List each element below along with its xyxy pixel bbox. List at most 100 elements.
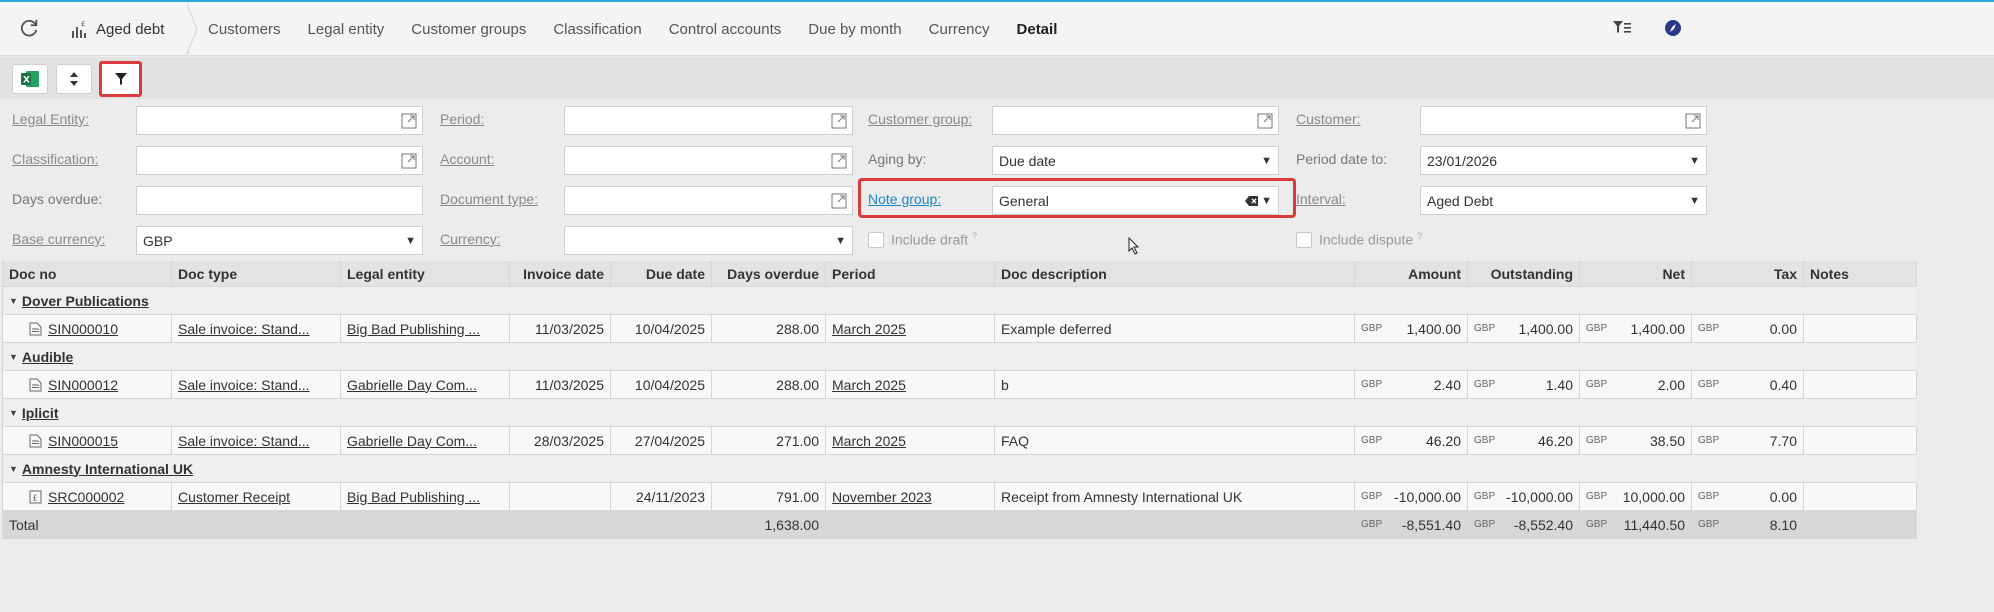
currency-label[interactable]: Currency: xyxy=(440,231,501,247)
account-input[interactable] xyxy=(564,146,853,175)
group-row[interactable]: ▼ Dover Publications xyxy=(3,287,1916,315)
column-header-invoice-date[interactable]: Invoice date xyxy=(510,261,611,286)
customer-label[interactable]: Customer: xyxy=(1296,111,1361,127)
doc-type-cell[interactable]: Sale invoice: Stand... xyxy=(172,315,341,342)
group-header[interactable]: ▼ Audible xyxy=(9,343,73,370)
help-icon[interactable]: ? xyxy=(1417,231,1422,241)
help-icon[interactable]: ? xyxy=(972,231,977,241)
doc-no-cell[interactable]: SIN000015 xyxy=(3,427,172,454)
doc-type-cell[interactable]: Sale invoice: Stand... xyxy=(172,371,341,398)
group-name[interactable]: Amnesty International UK xyxy=(22,461,193,477)
legal-entity-link[interactable]: Big Bad Publishing ... xyxy=(347,489,480,505)
doc-type-link[interactable]: Sale invoice: Stand... xyxy=(178,321,310,337)
legal-entity-input[interactable] xyxy=(136,106,423,135)
doc-type-cell[interactable]: Customer Receipt xyxy=(172,483,341,510)
open-lookup-icon[interactable] xyxy=(830,112,848,130)
tab-customers[interactable]: Customers xyxy=(208,21,281,38)
refresh-icon[interactable] xyxy=(18,17,40,39)
clear-icon[interactable] xyxy=(1245,195,1259,207)
tab-customer-groups[interactable]: Customer groups xyxy=(411,21,526,38)
column-header-doc-description[interactable]: Doc description xyxy=(995,261,1355,286)
open-lookup-icon[interactable] xyxy=(400,152,418,170)
export-excel-button[interactable]: X xyxy=(12,64,48,94)
period-link[interactable]: November 2023 xyxy=(832,489,932,505)
table-row[interactable]: SIN000010 Sale invoice: Stand... Big Bad… xyxy=(3,315,1917,343)
filter-list-icon[interactable] xyxy=(1612,19,1632,37)
collapse-triangle-icon[interactable]: ▼ xyxy=(9,296,18,306)
group-row[interactable]: ▼ Audible xyxy=(3,343,1916,371)
notes-cell[interactable] xyxy=(1804,427,1917,454)
group-name[interactable]: Dover Publications xyxy=(22,293,149,309)
table-row[interactable]: SIN000015 Sale invoice: Stand... Gabriel… xyxy=(3,427,1917,455)
doc-type-cell[interactable]: Sale invoice: Stand... xyxy=(172,427,341,454)
period-cell[interactable]: March 2025 xyxy=(826,315,995,342)
doc-type-link[interactable]: Customer Receipt xyxy=(178,489,290,505)
note-group-label[interactable]: Note group: xyxy=(868,191,941,207)
group-row[interactable]: ▼ Amnesty International UK xyxy=(3,455,1916,483)
column-header-outstanding[interactable]: Outstanding xyxy=(1468,261,1580,286)
group-header[interactable]: ▼ Amnesty International UK xyxy=(9,455,193,482)
classification-label[interactable]: Classification: xyxy=(12,151,98,167)
period-date-to-select[interactable]: 23/01/2026 ▼ xyxy=(1420,146,1707,175)
column-header-tax[interactable]: Tax xyxy=(1692,261,1804,286)
tab-control-accounts[interactable]: Control accounts xyxy=(669,21,782,38)
collapse-triangle-icon[interactable]: ▼ xyxy=(9,464,18,474)
collapse-triangle-icon[interactable]: ▼ xyxy=(9,408,18,418)
group-header[interactable]: ▼ Dover Publications xyxy=(9,287,149,314)
include-draft-checkbox[interactable] xyxy=(868,232,884,248)
notes-cell[interactable] xyxy=(1804,371,1917,398)
interval-select[interactable]: Aged Debt ▼ xyxy=(1420,186,1707,215)
app-title[interactable]: £ Aged debt xyxy=(70,18,164,40)
column-header-net[interactable]: Net xyxy=(1580,261,1692,286)
note-group-select[interactable]: General ▼ xyxy=(992,186,1279,215)
interval-label[interactable]: Interval: xyxy=(1296,191,1346,207)
column-header-doc-no[interactable]: Doc no xyxy=(3,261,172,286)
legal-entity-cell[interactable]: Gabrielle Day Com... xyxy=(341,427,510,454)
period-link[interactable]: March 2025 xyxy=(832,377,906,393)
customer-group-input[interactable] xyxy=(992,106,1279,135)
open-lookup-icon[interactable] xyxy=(400,112,418,130)
period-link[interactable]: March 2025 xyxy=(832,321,906,337)
sort-button[interactable] xyxy=(56,64,92,94)
tab-detail[interactable]: Detail xyxy=(1017,21,1058,38)
doc-no-link[interactable]: SRC000002 xyxy=(48,489,124,505)
legal-entity-link[interactable]: Big Bad Publishing ... xyxy=(347,321,480,337)
base-currency-label[interactable]: Base currency: xyxy=(12,231,105,247)
legal-entity-link[interactable]: Gabrielle Day Com... xyxy=(347,377,477,393)
group-row[interactable]: ▼ Iplicit xyxy=(3,399,1916,427)
notes-cell[interactable] xyxy=(1804,483,1917,510)
tab-currency[interactable]: Currency xyxy=(929,21,990,38)
group-header[interactable]: ▼ Iplicit xyxy=(9,399,58,426)
notes-cell[interactable] xyxy=(1804,315,1917,342)
doc-type-link[interactable]: Sale invoice: Stand... xyxy=(178,377,310,393)
classification-input[interactable] xyxy=(136,146,423,175)
filter-button[interactable] xyxy=(99,61,142,97)
currency-select[interactable]: ▼ xyxy=(564,226,853,255)
days-overdue-input[interactable] xyxy=(136,186,423,215)
compass-icon[interactable] xyxy=(1664,19,1682,37)
doc-no-link[interactable]: SIN000015 xyxy=(48,433,118,449)
legal-entity-cell[interactable]: Gabrielle Day Com... xyxy=(341,371,510,398)
doc-no-cell[interactable]: £ SRC000002 xyxy=(3,483,172,510)
period-cell[interactable]: March 2025 xyxy=(826,371,995,398)
collapse-triangle-icon[interactable]: ▼ xyxy=(9,352,18,362)
group-name[interactable]: Iplicit xyxy=(22,405,59,421)
legal-entity-label[interactable]: Legal Entity: xyxy=(12,111,89,127)
legal-entity-link[interactable]: Gabrielle Day Com... xyxy=(347,433,477,449)
open-lookup-icon[interactable] xyxy=(1256,112,1274,130)
tab-legal-entity[interactable]: Legal entity xyxy=(308,21,385,38)
document-type-label[interactable]: Document type: xyxy=(440,191,538,207)
doc-no-link[interactable]: SIN000010 xyxy=(48,321,118,337)
doc-no-cell[interactable]: SIN000012 xyxy=(3,371,172,398)
column-header-doc-type[interactable]: Doc type xyxy=(172,261,341,286)
period-label[interactable]: Period: xyxy=(440,111,484,127)
group-name[interactable]: Audible xyxy=(22,349,73,365)
table-row[interactable]: £ SRC000002 Customer Receipt Big Bad Pub… xyxy=(3,483,1917,511)
column-header-legal-entity[interactable]: Legal entity xyxy=(341,261,510,286)
tab-classification[interactable]: Classification xyxy=(553,21,641,38)
column-header-period[interactable]: Period xyxy=(826,261,995,286)
period-cell[interactable]: November 2023 xyxy=(826,483,995,510)
period-input[interactable] xyxy=(564,106,853,135)
customer-group-label[interactable]: Customer group: xyxy=(868,111,972,127)
table-row[interactable]: SIN000012 Sale invoice: Stand... Gabriel… xyxy=(3,371,1917,399)
